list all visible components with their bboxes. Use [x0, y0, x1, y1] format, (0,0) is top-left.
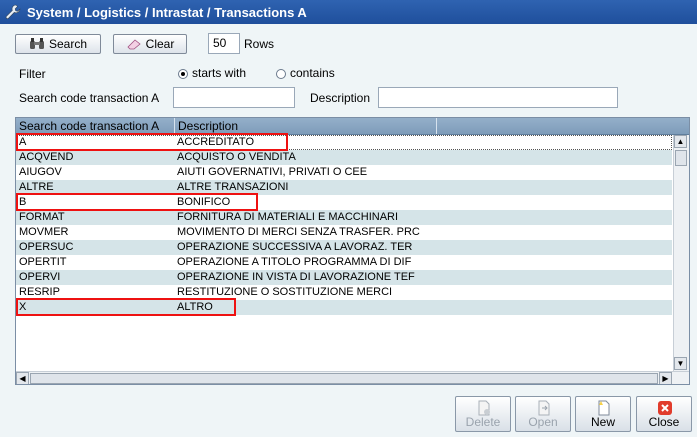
cell-code: A: [19, 136, 27, 148]
close-button[interactable]: Close: [636, 396, 692, 432]
table-row[interactable]: AIUGOV AIUTI GOVERNATIVI, PRIVATI O CEE: [16, 165, 672, 180]
column-header-code[interactable]: Search code transaction A: [16, 118, 175, 134]
cell-description: OPERAZIONE IN VISTA DI LAVORAZIONE TEF: [177, 271, 415, 283]
contains-label[interactable]: contains: [290, 66, 335, 80]
table-row[interactable]: OPERVI OPERAZIONE IN VISTA DI LAVORAZIONE…: [16, 270, 672, 285]
horizontal-scrollbar[interactable]: ◀ ▶: [16, 371, 689, 384]
filter-label: Filter: [19, 67, 46, 81]
cell-description: ACCREDITATO: [177, 136, 255, 148]
scroll-down-icon[interactable]: ▼: [674, 357, 687, 370]
scroll-up-icon[interactable]: ▲: [674, 135, 687, 148]
new-button[interactable]: New: [575, 396, 631, 432]
new-label: New: [590, 415, 615, 429]
table-row[interactable]: RESRIP RESTITUZIONE O SOSTITUZIONE MERCI: [16, 285, 672, 300]
cell-description: OPERAZIONE A TITOLO PROGRAMMA DI DIF: [177, 256, 412, 268]
cell-code: ACQVEND: [19, 151, 74, 163]
table-row[interactable]: B BONIFICO: [16, 195, 672, 210]
cell-description: FORNITURA DI MATERIALI E MACCHINARI: [177, 211, 399, 223]
description-label: Description: [310, 91, 371, 105]
starts-with-label[interactable]: starts with: [192, 66, 246, 80]
cell-description: MOVIMENTO DI MERCI SENZA TRASFER. PRC: [177, 226, 420, 238]
contains-radio[interactable]: [276, 69, 286, 79]
table-row[interactable]: OPERSUC OPERAZIONE SUCCESSIVA A LAVORAZ. …: [16, 240, 672, 255]
scroll-left-icon[interactable]: ◀: [16, 372, 29, 384]
cell-code: RESRIP: [19, 286, 60, 298]
cell-code: X: [19, 301, 27, 313]
close-label: Close: [648, 415, 680, 429]
grid-header: Search code transaction A Description: [16, 118, 689, 135]
vertical-scrollbar[interactable]: ▲ ▼: [673, 135, 689, 371]
clear-button[interactable]: Clear: [113, 34, 187, 54]
table-row[interactable]: MOVMER MOVIMENTO DI MERCI SENZA TRASFER. …: [16, 225, 672, 240]
scroll-thumb[interactable]: [675, 150, 687, 166]
rows-count-input[interactable]: 50: [208, 33, 240, 54]
cell-code: MOVMER: [19, 226, 69, 238]
table-row[interactable]: A ACCREDITATO: [16, 135, 672, 150]
table-row[interactable]: OPERTIT OPERAZIONE A TITOLO PROGRAMMA DI …: [16, 255, 672, 270]
clear-button-label: Clear: [145, 37, 175, 51]
delete-doc-icon: [478, 400, 490, 416]
wrench-icon: [5, 4, 21, 19]
cell-description: AIUTI GOVERNATIVI, PRIVATI O CEE: [177, 166, 368, 178]
cell-code: B: [19, 196, 27, 208]
red-x-icon: [658, 401, 672, 415]
grid-rows: A ACCREDITATO ACQVEND ACQUISTO O VENDITA A…: [16, 135, 672, 315]
new-doc-icon: [598, 400, 610, 416]
transactions-grid[interactable]: Search code transaction A Description AA…: [15, 117, 690, 385]
search-code-label: Search code transaction A: [19, 91, 160, 105]
delete-button[interactable]: Delete: [455, 396, 511, 432]
cell-code: OPERSUC: [19, 241, 74, 253]
title-bar: System / Logistics / Intrastat / Transac…: [0, 0, 697, 24]
hscroll-thumb[interactable]: [30, 373, 658, 384]
cell-description: ALTRE TRANSAZIONI: [177, 181, 289, 193]
table-row[interactable]: X ALTRO: [16, 300, 672, 315]
cell-code: OPERVI: [19, 271, 61, 283]
rows-label: Rows: [244, 37, 275, 51]
search-button-label: Search: [48, 37, 88, 51]
scroll-right-icon[interactable]: ▶: [659, 372, 672, 384]
eraser-icon: [127, 39, 141, 50]
open-label: Open: [528, 415, 558, 429]
starts-with-radio[interactable]: [178, 69, 188, 79]
table-row[interactable]: FORMAT FORNITURA DI MATERIALI E MACCHINAR…: [16, 210, 672, 225]
cell-code: ALTRE: [19, 181, 54, 193]
open-doc-icon: [538, 400, 550, 416]
cell-description: RESTITUZIONE O SOSTITUZIONE MERCI: [177, 286, 393, 298]
description-input[interactable]: [378, 87, 618, 108]
window-title: System / Logistics / Intrastat / Transac…: [27, 4, 307, 20]
column-header-description[interactable]: Description: [175, 118, 437, 134]
search-button[interactable]: Search: [15, 34, 101, 54]
cell-description: ACQUISTO O VENDITA: [177, 151, 296, 163]
cell-description: BONIFICO: [177, 196, 231, 208]
table-row[interactable]: ALTRE ALTRE TRANSAZIONI: [16, 180, 672, 195]
cell-code: AIUGOV: [19, 166, 62, 178]
binoculars-icon: [29, 38, 44, 49]
table-row[interactable]: ACQVEND ACQUISTO O VENDITA: [16, 150, 672, 165]
cell-code: FORMAT: [19, 211, 65, 223]
open-button[interactable]: Open: [515, 396, 571, 432]
search-code-input[interactable]: [173, 87, 295, 108]
cell-description: ALTRO: [177, 301, 213, 313]
cell-code: OPERTIT: [19, 256, 67, 268]
delete-label: Delete: [465, 415, 501, 429]
cell-description: OPERAZIONE SUCCESSIVA A LAVORAZ. TER: [177, 241, 413, 253]
